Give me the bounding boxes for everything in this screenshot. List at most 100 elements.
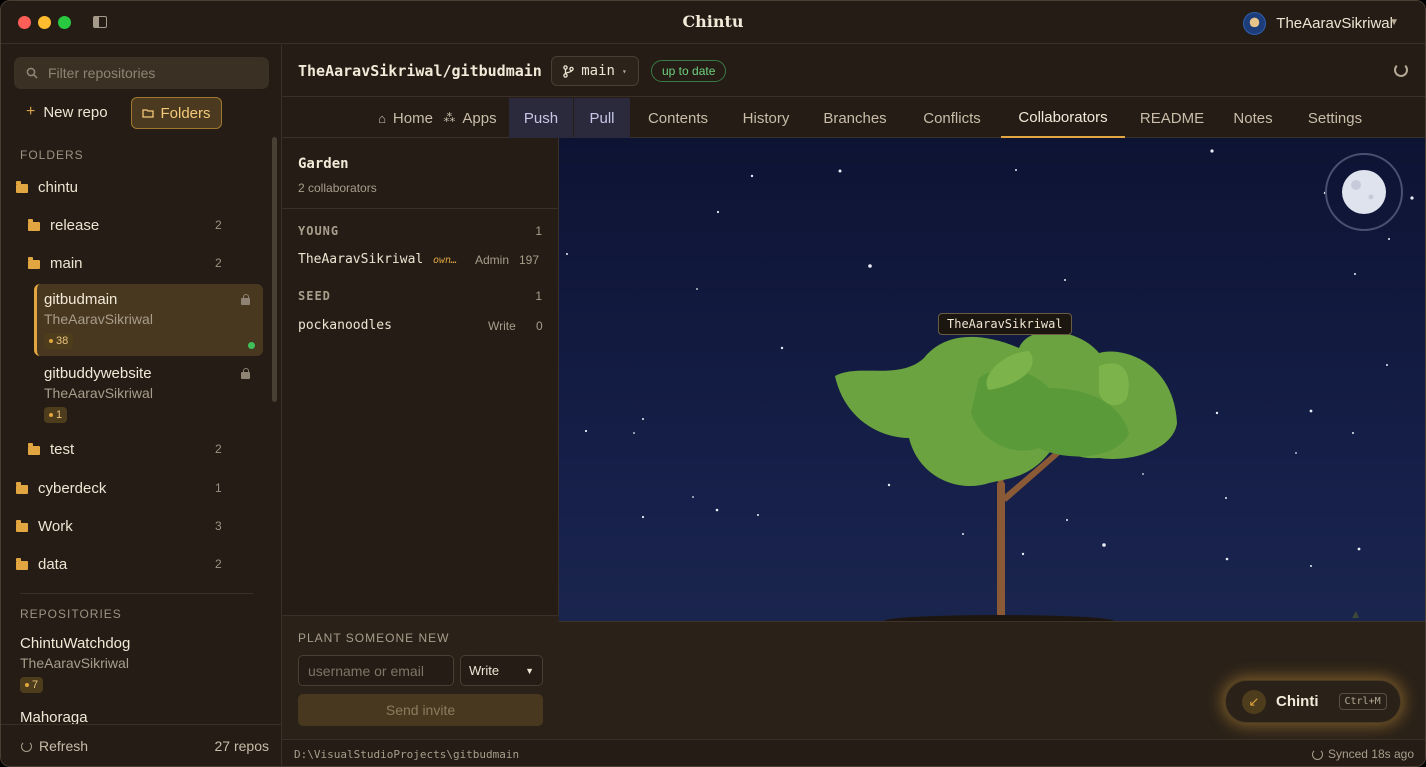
group-count: 1: [535, 224, 542, 238]
folder-icon: [16, 482, 28, 494]
refresh-label: Refresh: [39, 738, 89, 754]
divider: [282, 208, 559, 209]
garden-title: Garden: [298, 156, 349, 172]
tab-label: Home: [392, 109, 433, 127]
repo-path: TheAaravSikriwal/gitbudmain: [298, 62, 542, 80]
repo-item-chintuwatchdog[interactable]: ChintuWatchdog TheAaravSikriwal 7: [10, 628, 239, 698]
tab-notes[interactable]: Notes: [1224, 98, 1282, 138]
tab-conflicts[interactable]: Conflicts: [909, 98, 995, 138]
sidebar-scrollbar[interactable]: [272, 137, 277, 402]
tab-label: Notes: [1233, 109, 1273, 127]
branch-selector[interactable]: main ▾: [551, 56, 639, 86]
new-repo-button[interactable]: + New repo: [26, 103, 108, 121]
repo-name: gitbuddywebsite: [44, 365, 152, 382]
repo-name: gitbudmain: [44, 291, 118, 308]
sync-icon: [1311, 748, 1323, 760]
collaborator-name[interactable]: pockanoodles: [298, 318, 392, 333]
branch-name: main: [581, 63, 615, 79]
repo-item-gitbuddywebsite[interactable]: gitbuddywebsite TheAaravSikriwal 1: [34, 358, 263, 428]
sync-status-text: Synced 18s ago: [1327, 747, 1414, 761]
tab-label: Apps: [462, 109, 497, 127]
main-panel: TheAaravSikriwal/gitbudmain main ▾ up to…: [282, 45, 1425, 766]
folder-item[interactable]: main: [28, 255, 83, 272]
folders-button-label: Folders: [160, 104, 211, 122]
sidebar-footer: Refresh 27 repos: [1, 724, 281, 766]
tab-contents[interactable]: Contents: [638, 98, 718, 138]
repo-item-mahoraga[interactable]: Mahoraga: [10, 702, 239, 724]
tab-readme[interactable]: README: [1132, 98, 1212, 138]
new-repo-label: New repo: [43, 103, 108, 121]
user-name: TheAaravSikriwal: [1276, 14, 1393, 32]
plus-icon: +: [26, 103, 36, 120]
tree-label[interactable]: TheAaravSikriwal: [938, 313, 1072, 335]
folder-label: data: [38, 556, 68, 573]
invite-label: PLANT SOMEONE NEW: [298, 631, 450, 645]
repo-item-gitbudmain[interactable]: gitbudmain TheAaravSikriwal 38: [34, 284, 263, 356]
refresh-button[interactable]: Refresh: [21, 738, 88, 754]
tab-history[interactable]: History: [730, 98, 802, 138]
app-title: Chintu: [682, 12, 744, 31]
folder-count: 2: [215, 442, 222, 456]
tab-collaborators[interactable]: Collaborators: [1001, 98, 1125, 138]
filter-box[interactable]: [14, 57, 269, 89]
tab-label: Settings: [1307, 109, 1363, 127]
folders-button[interactable]: Folders: [131, 97, 222, 129]
tab-pull[interactable]: Pull: [574, 98, 630, 138]
changes-count: 1: [56, 409, 63, 421]
owner-tag: own…: [433, 255, 458, 266]
user-menu[interactable]: TheAaravSikriwal: [1243, 11, 1393, 35]
section-divider: [20, 593, 253, 594]
search-icon: [26, 67, 38, 79]
lock-icon: [241, 294, 250, 305]
changes-badge: 7: [20, 677, 44, 693]
folder-item[interactable]: chintu: [16, 179, 78, 196]
folder-icon: [28, 443, 40, 455]
chinti-assistant-button[interactable]: ↙ Chinti Ctrl+M: [1225, 680, 1401, 723]
tab-label: Contents: [647, 109, 709, 127]
repo-name: ChintuWatchdog: [20, 635, 131, 652]
tab-label: Branches: [823, 109, 887, 127]
permission-value: Write: [469, 663, 500, 678]
folder-item[interactable]: release: [28, 217, 99, 234]
folder-item[interactable]: test: [28, 441, 74, 458]
avatar: [1243, 11, 1267, 35]
tab-label: Push: [523, 109, 559, 127]
tab-settings[interactable]: Settings: [1296, 98, 1374, 138]
garden-subtitle: 2 collaborators: [298, 181, 377, 195]
assistant-name: Chinti: [1276, 693, 1319, 710]
folder-icon: [16, 520, 28, 532]
local-path: D:\VisualStudioProjects\gitbudmain: [294, 748, 520, 761]
tab-branches[interactable]: Branches: [812, 98, 898, 138]
permission-select[interactable]: Write ▼: [460, 655, 543, 686]
folder-item[interactable]: cyberdeck: [16, 480, 106, 497]
folder-count: 2: [215, 557, 222, 571]
collaborator-role: Admin: [475, 253, 510, 267]
collaborator-commits: 197: [519, 253, 540, 267]
collapse-icon: ↙: [1242, 689, 1266, 714]
tab-push[interactable]: Push: [509, 98, 573, 138]
folder-icon: [28, 257, 40, 269]
chevron-down-icon[interactable]: ▼: [1389, 17, 1399, 28]
status-badge: up to date: [651, 60, 727, 82]
group-label: SEED: [298, 289, 331, 303]
collaborator-name[interactable]: TheAaravSikriwal: [298, 252, 423, 267]
sync-icon[interactable]: [1394, 63, 1408, 77]
group-count: 1: [535, 289, 542, 303]
keyboard-shortcut: Ctrl+M: [1338, 693, 1387, 710]
tab-apps[interactable]: ⁂ Apps: [428, 98, 512, 138]
sidebar: + New repo Folders FOLDERS chintu releas…: [1, 45, 282, 766]
folder-item[interactable]: data: [16, 556, 67, 573]
tab-label: Pull: [589, 109, 615, 127]
folder-icon: [142, 109, 155, 118]
status-bar: D:\VisualStudioProjects\gitbudmain Synce…: [282, 739, 1425, 766]
repo-name: Mahoraga: [20, 709, 88, 724]
tab-label: Conflicts: [923, 109, 981, 127]
filter-input[interactable]: [48, 65, 248, 81]
repositories-section-label: REPOSITORIES: [20, 607, 122, 621]
send-invite-button[interactable]: Send invite: [298, 694, 543, 726]
folder-item[interactable]: Work: [16, 518, 73, 535]
invite-input[interactable]: [298, 655, 454, 686]
folder-label: cyberdeck: [38, 480, 107, 497]
tab-label: History: [742, 109, 790, 127]
lock-icon: [241, 368, 250, 379]
